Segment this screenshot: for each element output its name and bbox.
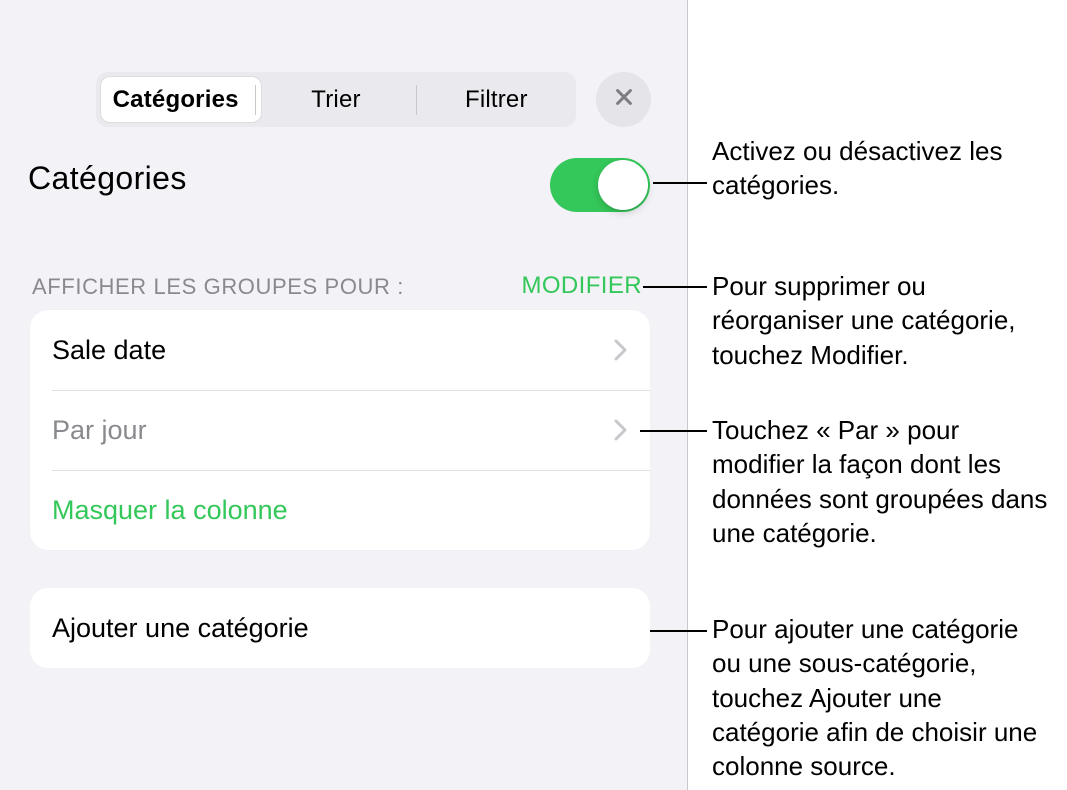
- tab-sort[interactable]: Trier: [256, 86, 415, 114]
- row-grouping-per[interactable]: Par jour: [30, 390, 650, 470]
- callout-lead: [653, 182, 707, 184]
- per-prefix: Par: [52, 415, 94, 445]
- tabs-segmented-control[interactable]: Catégories Trier Filtrer: [96, 72, 576, 127]
- chevron-right-icon: [614, 338, 628, 362]
- callout-per: Touchez « Par » pour modifier la façon d…: [712, 413, 1052, 550]
- row-label: Ajouter une catégorie: [52, 613, 628, 644]
- per-unit: jour: [102, 415, 147, 445]
- callout-lead: [650, 630, 707, 632]
- callout-lead: [640, 430, 707, 432]
- row-sale-date[interactable]: Sale date: [30, 310, 650, 390]
- modify-button[interactable]: MODIFIER: [521, 272, 642, 300]
- row-label: Sale date: [52, 335, 614, 366]
- close-icon: [613, 86, 635, 113]
- chevron-right-icon: [614, 418, 628, 442]
- row-add-category[interactable]: Ajouter une catégorie: [30, 588, 650, 668]
- toggle-knob: [598, 160, 648, 210]
- close-button[interactable]: [596, 72, 651, 127]
- panel-title: Catégories: [28, 160, 187, 197]
- row-hide-column[interactable]: Masquer la colonne: [30, 470, 650, 550]
- callout-modify: Pour supprimer ou réorganiser une catégo…: [712, 269, 1052, 372]
- callout-add: Pour ajouter une catégorie ou une sous-c…: [712, 612, 1052, 784]
- categories-list: Sale date Par jour M: [30, 310, 650, 550]
- categories-toggle[interactable]: [550, 158, 650, 212]
- tab-filter[interactable]: Filtrer: [417, 86, 576, 114]
- row-label: Par jour: [52, 415, 614, 446]
- add-category-list: Ajouter une catégorie: [30, 588, 650, 668]
- callout-lead: [643, 286, 707, 288]
- settings-panel: Catégories Trier Filtrer Catégories AFFI…: [0, 0, 688, 790]
- row-label: Masquer la colonne: [52, 495, 628, 526]
- groups-section-label: AFFICHER LES GROUPES POUR :: [32, 274, 404, 300]
- tab-categories[interactable]: Catégories: [96, 86, 255, 114]
- callout-toggle: Activez ou désactivez les catégories.: [712, 134, 1052, 203]
